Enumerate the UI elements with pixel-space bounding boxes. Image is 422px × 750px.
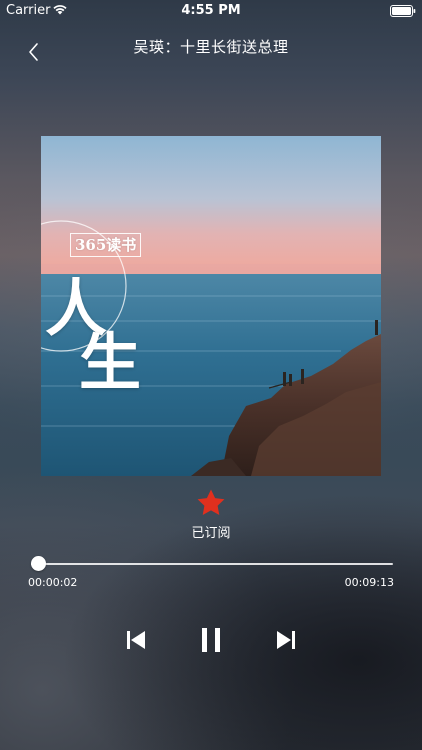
- cover-title-char-2: 生: [79, 326, 142, 399]
- status-time: 4:55 PM: [181, 3, 241, 18]
- album-cover: 365读书 人 生: [41, 136, 381, 476]
- playback-controls: [0, 622, 422, 658]
- star-icon[interactable]: [196, 488, 226, 518]
- battery-icon: [390, 5, 416, 17]
- pause-icon: [202, 628, 220, 652]
- status-bar: Carrier 4:55 PM: [0, 0, 422, 22]
- progress-slider[interactable]: [31, 556, 393, 572]
- total-time: 00:09:13: [344, 576, 394, 589]
- pause-button[interactable]: [193, 622, 229, 658]
- subscribe-label: 已订阅: [191, 526, 231, 541]
- cover-stamp-text: 365读书: [70, 233, 142, 257]
- next-button[interactable]: [268, 622, 304, 658]
- subscribe-toggle[interactable]: 已订阅: [0, 488, 422, 541]
- progress-track: [31, 563, 393, 565]
- progress-thumb[interactable]: [31, 556, 47, 571]
- elapsed-time: 00:00:02: [28, 576, 78, 589]
- skip-previous-icon: [127, 631, 145, 649]
- page-title: 吴瑛：十里长街送总理: [133, 38, 289, 56]
- skip-next-icon: [277, 631, 295, 649]
- nav-bar: 吴瑛：十里长街送总理: [0, 22, 422, 72]
- previous-button[interactable]: [118, 622, 154, 658]
